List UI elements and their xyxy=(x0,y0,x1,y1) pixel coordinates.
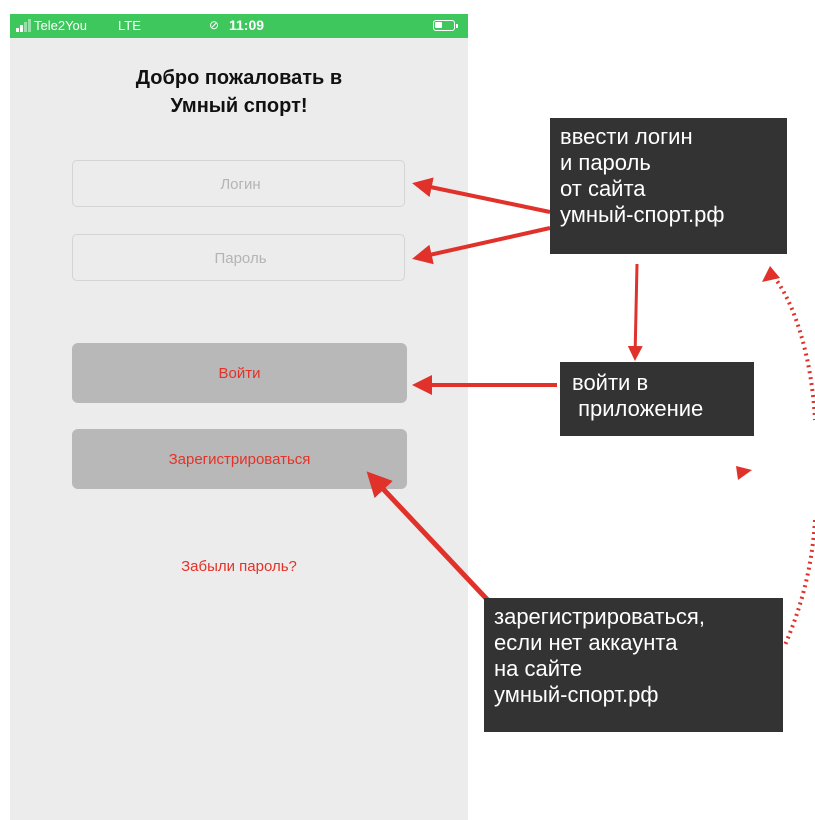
dotted-circle-arc-top xyxy=(768,270,815,421)
note-credentials: ввести логин и пароль от сайта умный-спо… xyxy=(550,118,787,254)
note-register-line-2: если нет аккаунта xyxy=(494,630,678,655)
note-enter-line-2: приложение xyxy=(572,396,704,421)
note-register-line-1: зарегистрироваться, xyxy=(494,604,705,629)
arrowhead-top-icon xyxy=(762,266,780,282)
note-enter-app: войти в приложение xyxy=(560,362,754,436)
dotted-circle-arc-bottom xyxy=(783,519,815,646)
note-register-line-4: умный-спорт.рф xyxy=(494,682,659,707)
note-enter-line-1: войти в xyxy=(572,370,649,395)
note-credentials-line-4: умный-спорт.рф xyxy=(560,202,725,227)
note-register: зарегистрироваться, если нет аккаунта на… xyxy=(484,598,783,732)
note-credentials-line-3: от сайта xyxy=(560,176,646,201)
arrow-down-to-enter-note xyxy=(627,263,643,361)
arrowhead-mid-icon xyxy=(736,466,752,480)
arrow-to-login-field xyxy=(412,177,551,214)
arrow-to-password-field xyxy=(412,226,551,265)
note-credentials-line-1: ввести логин xyxy=(560,124,693,149)
note-credentials-line-2: и пароль xyxy=(560,150,651,175)
note-register-line-3: на сайте xyxy=(494,656,583,681)
